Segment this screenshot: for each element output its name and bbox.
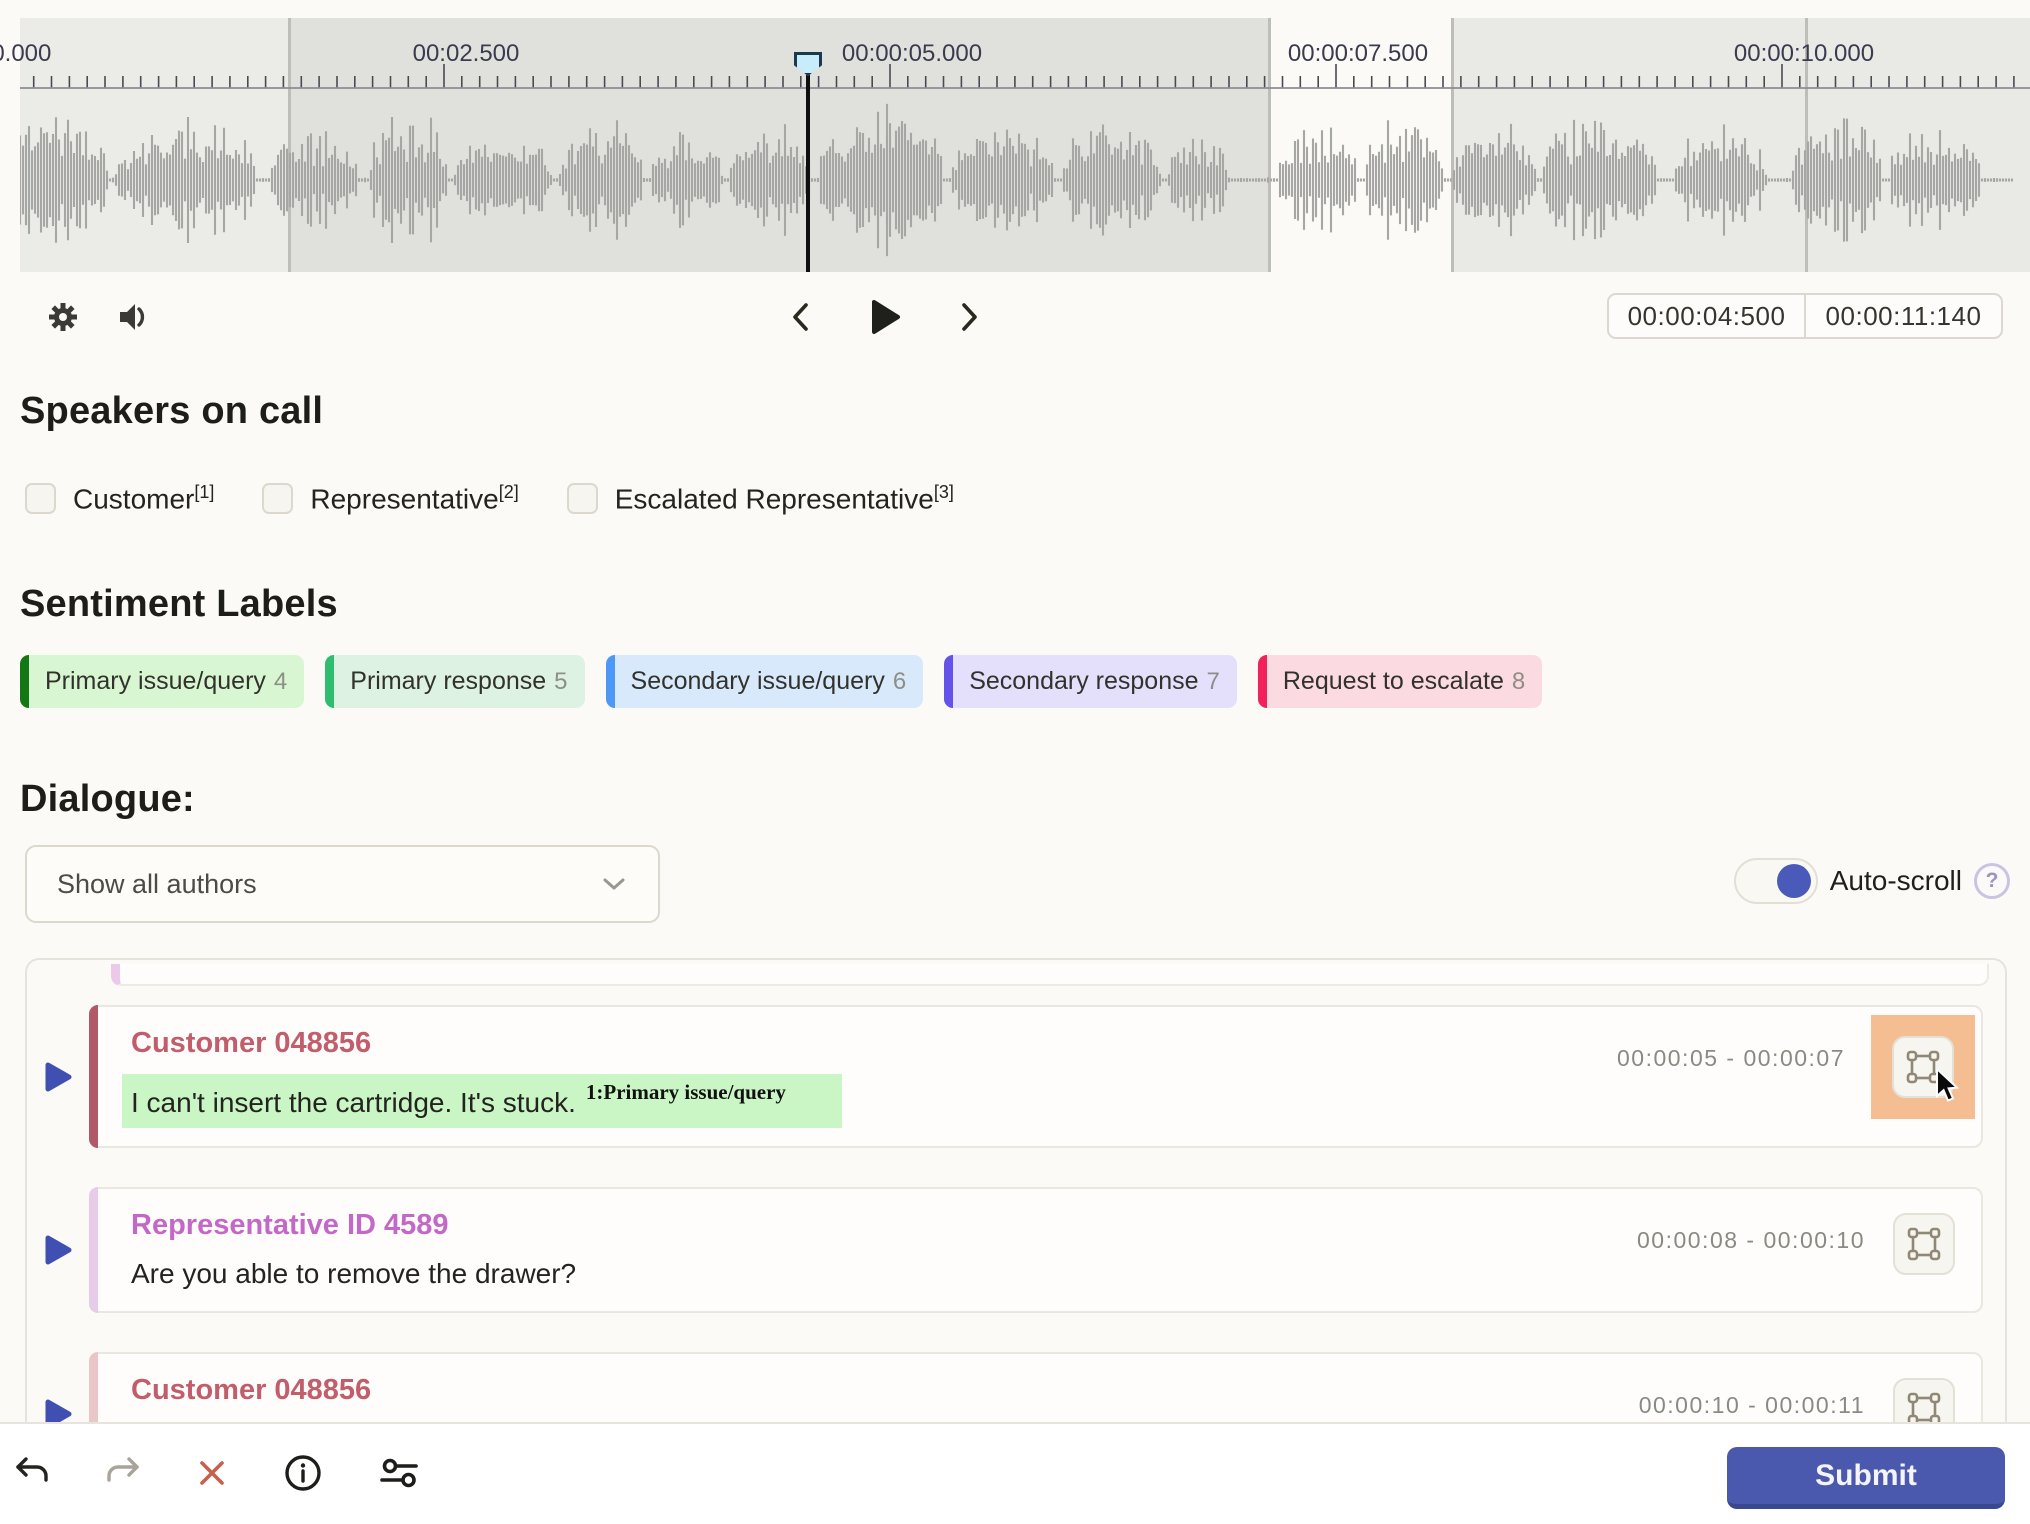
ruler-label: 00:02.500: [413, 40, 520, 68]
toggle-knob: [1777, 864, 1811, 898]
next-segment-icon[interactable]: [954, 300, 984, 337]
dialogue-row: Customer 048856 I can't insert the cartr…: [27, 1005, 2005, 1148]
checkbox-escalated-representative[interactable]: [567, 483, 598, 514]
sentiment-chip[interactable]: Primary issue/query 4: [20, 655, 304, 708]
speaker-hotkey: [1]: [194, 482, 214, 502]
chip-label: Secondary response: [953, 667, 1206, 696]
current-time-field[interactable]: 00:00:04:500: [1609, 295, 1806, 337]
speakers-title: Speakers on call: [20, 390, 323, 433]
total-time-field[interactable]: 00:00:11:140: [1806, 295, 2001, 337]
dialogue-row: Representative ID 4589 Are you able to r…: [27, 1187, 2005, 1312]
chip-label: Primary issue/query: [29, 667, 274, 696]
speaker-option-escalated-representative[interactable]: Escalated Representative[3]: [567, 482, 954, 515]
chip-hotkey: 6: [893, 668, 923, 696]
select-region-wrap: [1891, 1376, 1957, 1424]
ruler-label: 00:00.000: [0, 40, 51, 68]
speaker-hotkey: [3]: [934, 482, 954, 502]
select-region-wrap: [1871, 1015, 1975, 1119]
annotation-app: 00:00.000 00:02.500 00:00:05.000 00:00:0…: [0, 0, 2030, 1524]
mouse-cursor: [1935, 1069, 1961, 1103]
delete-icon[interactable]: [196, 1457, 228, 1492]
time-display: 00:00:04:500 00:00:11:140: [1607, 293, 2003, 339]
chip-color-bar: [944, 655, 953, 708]
dialogue-time: 00:00:08 - 00:00:10: [1637, 1227, 1865, 1254]
autoscroll-control: Auto-scroll ?: [1734, 858, 2010, 904]
chip-hotkey: 7: [1207, 668, 1237, 696]
previous-segment-icon[interactable]: [786, 300, 816, 337]
checkbox-representative[interactable]: [262, 483, 293, 514]
speaker-label: Customer: [73, 483, 194, 514]
sentiment-chip[interactable]: Request to escalate 8: [1258, 655, 1542, 708]
play-icon[interactable]: [868, 298, 902, 339]
dialogue-row: Customer 048856 There is a tab on the si…: [27, 1352, 2005, 1424]
speaker-option-representative[interactable]: Representative[2]: [262, 482, 518, 515]
chip-label: Request to escalate: [1267, 667, 1512, 696]
redo-icon[interactable]: [105, 1455, 141, 1494]
dialogue-card[interactable]: Customer 048856 There is a tab on the si…: [89, 1352, 1983, 1424]
dialogue-card[interactable]: Customer 048856 I can't insert the cartr…: [89, 1005, 1983, 1148]
speaker-hotkey: [2]: [499, 482, 519, 502]
info-icon[interactable]: [283, 1453, 323, 1496]
dialogue-list[interactable]: Customer 048856 I can't insert the cartr…: [25, 958, 2007, 1424]
checkbox-customer[interactable]: [25, 483, 56, 514]
timeline-ruler: 00:00.000 00:02.500 00:00:05.000 00:00:0…: [20, 40, 2030, 70]
row-play-icon[interactable]: [27, 1062, 89, 1092]
autoscroll-toggle[interactable]: [1734, 858, 1818, 904]
speaker-accent-bar: [89, 1005, 98, 1148]
chip-color-bar: [20, 655, 29, 708]
speaker-accent-bar: [89, 1352, 98, 1424]
chip-hotkey: 4: [274, 668, 304, 696]
options-sliders-icon[interactable]: [378, 1454, 420, 1495]
row-play-icon[interactable]: [27, 1399, 89, 1424]
author-filter-value: Show all authors: [57, 869, 257, 900]
ruler-label: 00:00:05.000: [842, 40, 982, 68]
undo-icon[interactable]: [14, 1455, 50, 1494]
sentiment-chip[interactable]: Secondary response 7: [944, 655, 1237, 708]
speaker-accent-bar: [89, 1187, 98, 1312]
chip-color-bar: [1258, 655, 1267, 708]
transport-bar: 00:00:04:500 00:00:11:140: [0, 282, 2030, 352]
dialogue-row-partial: [111, 964, 1989, 986]
footer-toolbar: Submit: [0, 1422, 2030, 1524]
speaker-option-customer[interactable]: Customer[1]: [25, 482, 214, 515]
settings-gear-icon[interactable]: [44, 298, 82, 339]
chip-hotkey: 5: [554, 668, 584, 696]
sentiment-tag: 1:Primary issue/query: [586, 1080, 786, 1104]
chip-color-bar: [325, 655, 334, 708]
sentiment-chips: Primary issue/query 4 Primary response 5…: [20, 655, 1542, 708]
select-region-icon[interactable]: [1893, 1213, 1955, 1275]
sentiment-title: Sentiment Labels: [20, 583, 338, 626]
submit-button[interactable]: Submit: [1727, 1447, 2005, 1509]
dialogue-text: I can't insert the cartridge. It's stuck…: [122, 1074, 842, 1128]
dialogue-title: Dialogue:: [20, 778, 195, 821]
ruler-label: 00:00:07.500: [1288, 40, 1428, 68]
dialogue-time: 00:00:10 - 00:00:11: [1639, 1392, 1865, 1419]
help-icon[interactable]: ?: [1974, 863, 2010, 899]
speaker-label: Escalated Representative: [615, 483, 934, 514]
sentiment-chip[interactable]: Secondary issue/query 6: [606, 655, 924, 708]
row-play-icon[interactable]: [27, 1235, 89, 1265]
speakers-row: Customer[1] Representative[2] Escalated …: [25, 482, 954, 515]
sentiment-chip[interactable]: Primary response 5: [325, 655, 584, 708]
dialogue-text: Are you able to remove the drawer?: [131, 1256, 576, 1292]
dialogue-time: 00:00:05 - 00:00:07: [1617, 1045, 1845, 1072]
select-region-wrap: [1891, 1211, 1957, 1277]
chip-label: Primary response: [334, 667, 554, 696]
select-region-icon[interactable]: [1893, 1378, 1955, 1424]
ruler-label: 00:00:10.000: [1734, 40, 1874, 68]
autoscroll-label: Auto-scroll: [1830, 865, 1962, 897]
speaker-label: Representative: [310, 483, 498, 514]
chip-label: Secondary issue/query: [615, 667, 893, 696]
chip-color-bar: [606, 655, 615, 708]
playhead[interactable]: [806, 64, 810, 272]
waveform-panel[interactable]: 00:00.000 00:02.500 00:00:05.000 00:00:0…: [20, 18, 2030, 272]
dialogue-card[interactable]: Representative ID 4589 Are you able to r…: [89, 1187, 1983, 1312]
author-filter-select[interactable]: Show all authors: [25, 845, 660, 923]
volume-icon[interactable]: [116, 300, 150, 337]
chevron-down-icon: [602, 877, 626, 891]
chip-hotkey: 8: [1512, 668, 1542, 696]
